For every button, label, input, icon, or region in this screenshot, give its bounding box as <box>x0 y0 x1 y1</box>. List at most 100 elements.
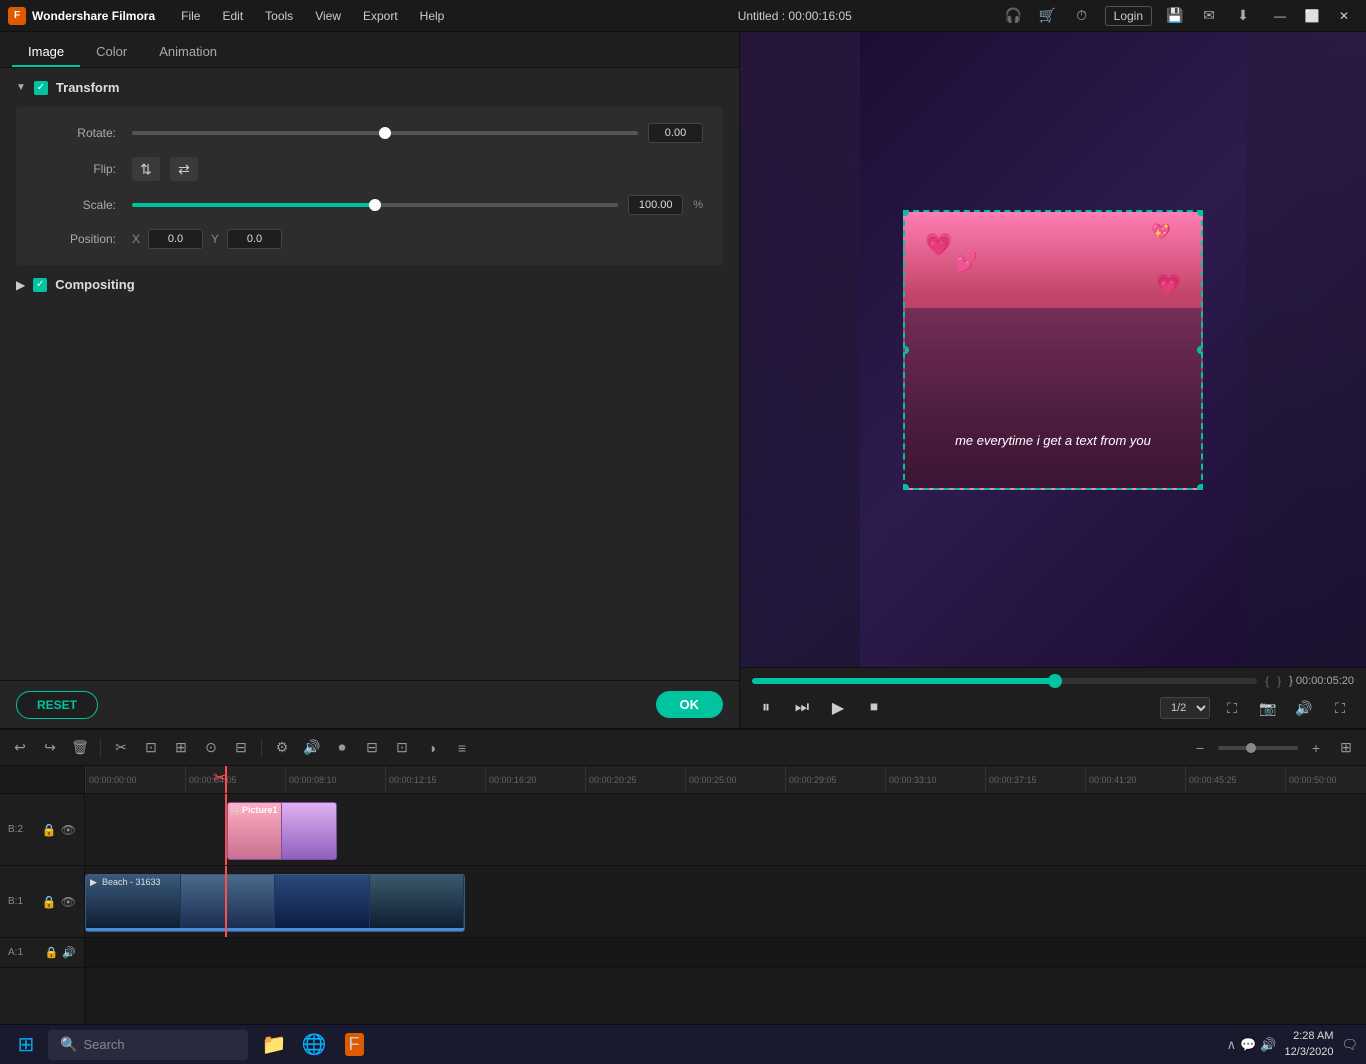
flip-vertical-button[interactable]: ⇄ <box>170 157 198 181</box>
track1-lock-icon[interactable]: 🔒 <box>42 895 57 909</box>
tray-network[interactable]: 💬 <box>1240 1037 1256 1053</box>
tray-volume[interactable]: 🔊 <box>1260 1037 1276 1053</box>
color-button[interactable]: ◑ <box>420 736 444 760</box>
ok-button[interactable]: OK <box>656 691 724 718</box>
ruler-tick-12: 00:00:50:00 <box>1285 766 1337 793</box>
clip-picture[interactable]: 🖼 Picture1 <box>227 802 337 860</box>
handle-mr[interactable] <box>1197 346 1203 354</box>
tab-animation[interactable]: Animation <box>143 38 233 67</box>
zoom-slider[interactable] <box>1218 746 1298 750</box>
cart-icon[interactable]: 🛒 <box>1037 5 1059 27</box>
bracket-left: { <box>1265 674 1269 688</box>
menu-file[interactable]: File <box>171 5 210 27</box>
crop-button[interactable]: ⊞ <box>169 736 193 760</box>
handle-bl[interactable] <box>903 484 909 490</box>
menu-export[interactable]: Export <box>353 5 408 27</box>
handle-tr[interactable] <box>1197 210 1203 216</box>
rewind-button[interactable]: ⏸ <box>752 694 780 722</box>
fit-button[interactable]: ⊞ <box>1334 736 1358 760</box>
speed-button[interactable]: ⊙ <box>199 736 223 760</box>
minimize-button[interactable]: — <box>1266 6 1294 26</box>
step-back-button[interactable]: ⏭ <box>788 694 816 722</box>
start-button[interactable]: ⊞ <box>8 1027 44 1063</box>
scale-value[interactable] <box>628 195 683 215</box>
ratio-select[interactable]: 1/2 1/1 1/4 <box>1160 697 1210 719</box>
handle-tl[interactable] <box>903 210 909 216</box>
track-2[interactable]: 🖼 Picture1 <box>85 794 1366 866</box>
track1-label: B:1 🔒 👁 <box>0 866 84 938</box>
fullscreen-button[interactable]: ⛶ <box>1218 694 1246 722</box>
menu-view[interactable]: View <box>305 5 351 27</box>
ruler-tick-5: 00:00:20:25 <box>585 766 637 793</box>
audio-lock-icon[interactable]: 🔒 <box>45 946 59 959</box>
tab-image[interactable]: Image <box>12 38 80 67</box>
taskbar-search[interactable]: 🔍 Search <box>48 1030 248 1060</box>
taskbar-app-files[interactable]: 📁 <box>256 1027 292 1063</box>
cut-button[interactable]: ✂ <box>109 736 133 760</box>
track1-vis-icon[interactable]: 👁 <box>61 895 76 909</box>
playhead-track2 <box>225 794 227 865</box>
progress-bar[interactable] <box>752 678 1257 684</box>
taskbar-app-chrome[interactable]: 🌐 <box>296 1027 332 1063</box>
maximize-button[interactable]: ⬜ <box>1298 6 1326 26</box>
system-clock[interactable]: 2:28 AM 12/3/2020 <box>1285 1029 1334 1060</box>
split-audio-button[interactable]: ⊟ <box>229 736 253 760</box>
title-bar: F Wondershare Filmora File Edit Tools Vi… <box>0 0 1366 32</box>
taskbar-app-filmora[interactable]: F <box>336 1027 372 1063</box>
scale-slider[interactable] <box>132 203 618 207</box>
rotate-slider[interactable] <box>132 131 638 135</box>
play-button[interactable]: ▶ <box>824 694 852 722</box>
clip-video[interactable]: ▶ Beach - 31633 <box>85 874 465 932</box>
stop-button[interactable]: ⏹ <box>860 694 888 722</box>
download-icon[interactable]: ⬇ <box>1232 5 1254 27</box>
save-icon[interactable]: 💾 <box>1164 5 1186 27</box>
redo-button[interactable]: ↪ <box>38 736 62 760</box>
screenshot-button[interactable]: 📷 <box>1254 694 1282 722</box>
pip-button[interactable]: ⊟ <box>360 736 384 760</box>
reset-button[interactable]: RESET <box>16 691 98 719</box>
menu-tools[interactable]: Tools <box>255 5 303 27</box>
controls-row: ⏸ ⏭ ▶ ⏹ 1/2 1/1 1/4 ⛶ 📷 🔊 ⛶ <box>752 694 1354 722</box>
track2-vis-icon[interactable]: 👁 <box>61 823 76 837</box>
login-button[interactable]: Login <box>1105 6 1152 26</box>
rotate-label: Rotate: <box>36 126 116 140</box>
clock-icon[interactable]: ⏱ <box>1071 5 1093 27</box>
rotate-value[interactable] <box>648 123 703 143</box>
compositing-section-header[interactable]: ▶ ✓ Compositing <box>16 277 723 292</box>
tab-color[interactable]: Color <box>80 38 143 67</box>
delete-button[interactable]: 🗑 <box>68 736 92 760</box>
settings-button[interactable]: ⛶ <box>1326 694 1354 722</box>
pos-y-input[interactable] <box>227 229 282 249</box>
track2-lock-icon[interactable]: 🔒 <box>42 823 57 837</box>
transform-checkbox[interactable]: ✓ <box>34 81 48 95</box>
flip-horizontal-button[interactable]: ⇅ <box>132 157 160 181</box>
menu-edit[interactable]: Edit <box>212 5 253 27</box>
compositing-checkbox[interactable]: ✓ <box>33 278 47 292</box>
mail-icon[interactable]: ✉ <box>1198 5 1220 27</box>
audio-fx-button[interactable]: 🔊 <box>300 736 324 760</box>
stabilize-button[interactable]: ≡ <box>450 736 474 760</box>
track1-num: B:1 <box>8 896 23 907</box>
properties-panel: ▼ ✓ Transform Rotate: Flip: ⇅ <box>0 68 739 680</box>
pos-x-input[interactable] <box>148 229 203 249</box>
volume-button[interactable]: 🔊 <box>1290 694 1318 722</box>
zoom-in-button[interactable]: + <box>1304 736 1328 760</box>
timeline-ruler[interactable]: 00:00:00:00 00:00:04:05 00:00:08:10 00:0… <box>85 766 1366 794</box>
transform-section-header[interactable]: ▼ ✓ Transform <box>16 80 723 95</box>
tray-chevron[interactable]: ∧ <box>1227 1037 1237 1053</box>
subtitle-button[interactable]: ⊡ <box>390 736 414 760</box>
audio-vol-icon[interactable]: 🔊 <box>62 946 76 959</box>
record-button[interactable]: ⏺ <box>330 736 354 760</box>
trim-button[interactable]: ⊡ <box>139 736 163 760</box>
notification-icon[interactable]: 🗨 <box>1341 1037 1358 1053</box>
fx-button[interactable]: ⚙ <box>270 736 294 760</box>
close-button[interactable]: ✕ <box>1330 6 1358 26</box>
undo-button[interactable]: ↩ <box>8 736 32 760</box>
zoom-out-button[interactable]: − <box>1188 736 1212 760</box>
progress-thumb[interactable] <box>1048 674 1062 688</box>
handle-br[interactable] <box>1197 484 1203 490</box>
menu-help[interactable]: Help <box>410 5 455 27</box>
headset-icon[interactable]: 🎧 <box>1003 5 1025 27</box>
track-1[interactable]: ▶ Beach - 31633 <box>85 866 1366 938</box>
flip-buttons: ⇅ ⇄ <box>132 157 198 181</box>
